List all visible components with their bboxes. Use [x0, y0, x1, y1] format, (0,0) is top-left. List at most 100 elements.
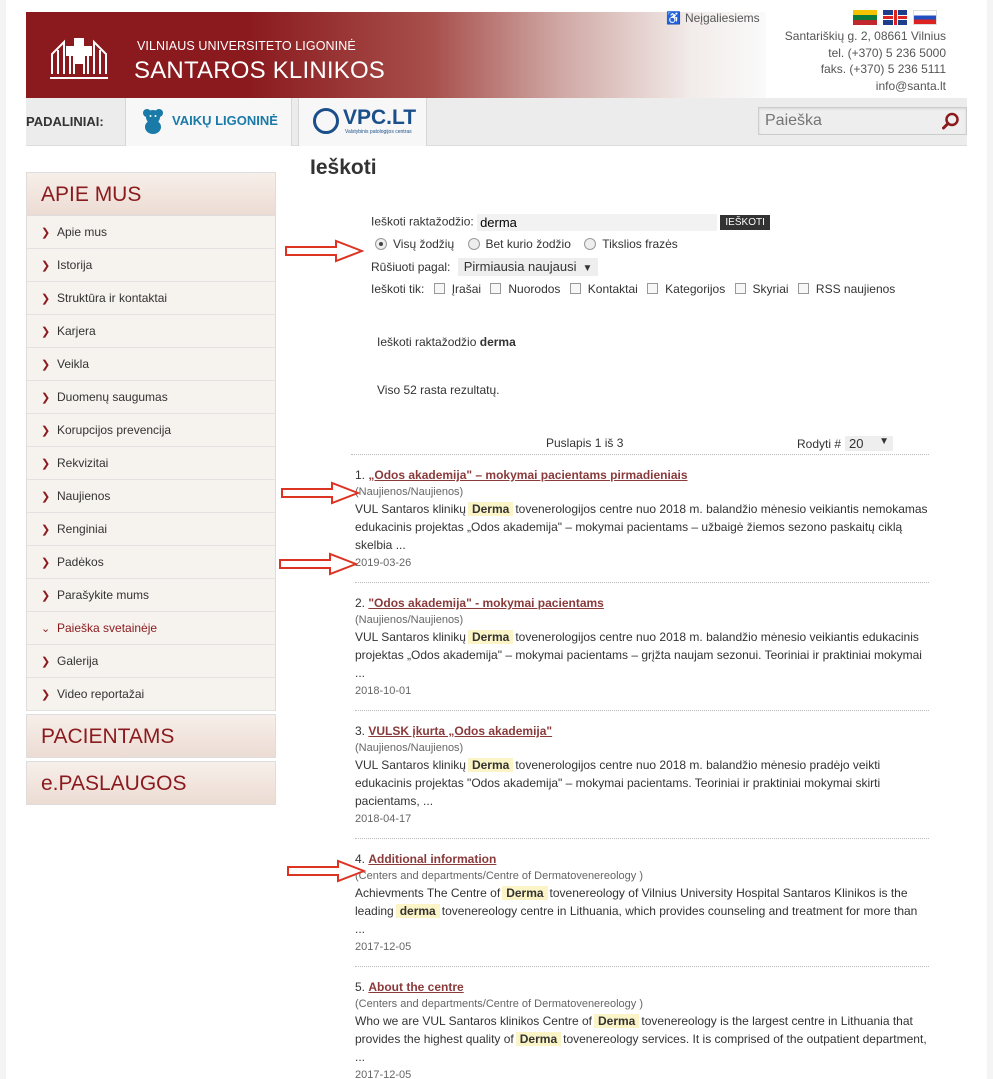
site-search-input[interactable]	[759, 108, 929, 134]
sort-row: Rūšiuoti pagal: Pirmiausia naujausi ▼	[371, 258, 599, 276]
result-item: 1. „Odos akademija" – mokymai pacientams…	[355, 466, 929, 583]
result-date: 2019-03-26	[355, 557, 412, 569]
radio-exact-phrase[interactable]	[584, 238, 597, 250]
checkbox-entries-label: Įrašai	[451, 282, 482, 296]
annotation-arrow-icon	[281, 481, 360, 505]
result-snippet: Achievments The Centre of Derma tovenereol…	[355, 884, 929, 938]
sidebar-item-site-search[interactable]: ⌄ Paieška svetainėje	[27, 612, 275, 645]
radio-all-words[interactable]	[375, 238, 387, 250]
vpc-sublabel: Valstybinis patologijos centras	[345, 129, 412, 135]
result-item: 5. About the centre (Centers and departm…	[355, 978, 929, 1079]
sidebar-item-label: Apie mus	[57, 225, 108, 239]
sidebar-item-details[interactable]: ❯ Rekvizitai	[27, 447, 275, 480]
hospital-name: SANTAROS KLINIKOS	[134, 57, 386, 84]
sidebar-item-about[interactable]: ❯ Apie mus	[27, 216, 275, 249]
annotation-arrow-icon	[287, 859, 366, 883]
sidebar-item-write-us[interactable]: ❯ Parašykite mums	[27, 579, 275, 612]
chevron-right-icon: ❯	[41, 358, 51, 371]
sidebar-item-news[interactable]: ❯ Naujienos	[27, 480, 275, 513]
keyword-input[interactable]	[477, 214, 718, 231]
dropdown-arrow-icon: ▼	[582, 263, 593, 274]
vpc-link[interactable]: VPC.LT Valstybinis patologijos centras	[298, 98, 427, 146]
sidebar-menu: ❯ Apie mus ❯ Istorija ❯ Struktūra ir kontak…	[26, 216, 276, 711]
keyword-row: Ieškoti raktažodžio: IEŠKOTI	[371, 214, 770, 231]
result-title-link[interactable]: "Odos akademija" - mokymai pacientams	[368, 596, 603, 610]
checkbox-links[interactable]	[490, 283, 502, 294]
sidebar-item-activity[interactable]: ❯ Veikla	[27, 348, 275, 381]
snippet-highlight: Derma	[467, 758, 514, 772]
checkbox-categories[interactable]	[647, 283, 659, 294]
accessibility-link[interactable]: ♿ Neįgaliesiems	[666, 11, 760, 25]
chevron-right-icon: ❯	[41, 556, 51, 569]
wheelchair-icon: ♿	[666, 11, 681, 25]
radio-any-word[interactable]	[467, 238, 480, 250]
result-title-link[interactable]: VULSK įkurta „Odos akademija"	[368, 724, 552, 738]
sidebar-item-label: Duomenų saugumas	[57, 390, 168, 404]
sidebar: APIE MUS ❯ Apie mus ❯ Istorija ❯ Struktūra …	[26, 172, 276, 805]
checkbox-entries[interactable]	[433, 283, 445, 294]
result-number: 2.	[355, 596, 366, 610]
sidebar-item-label: Veikla	[57, 357, 90, 371]
dropdown-arrow-icon: ▼	[879, 436, 890, 447]
header-banner[interactable]: VILNIAUS UNIVERSITETO LIGONINĖ SANTAROS …	[26, 12, 766, 98]
radio-all-label: Visų žodžių	[393, 237, 455, 251]
vpc-label: VPC.LT	[343, 106, 417, 129]
result-category: (Naujienos/Naujienos)	[355, 742, 464, 754]
result-date: 2018-04-17	[355, 813, 412, 825]
sidebar-item-history[interactable]: ❯ Istorija	[27, 249, 275, 282]
sidebar-item-corruption[interactable]: ❯ Korupcijos prevencija	[27, 414, 275, 447]
result-title-link[interactable]: Additional information	[368, 852, 496, 866]
sidebar-item-label: Naujienos	[57, 489, 111, 503]
page-size-label: Rodyti #	[797, 437, 842, 451]
sidebar-item-events[interactable]: ❯ Renginiai	[27, 513, 275, 546]
result-title-link[interactable]: „Odos akademija" – mokymai pacientams pi…	[368, 468, 687, 482]
language-flags	[853, 10, 943, 25]
sidebar-item-label: Parašykite mums	[57, 588, 150, 602]
page-title: Ieškoti	[310, 156, 377, 179]
result-snippet: VUL Santaros klinikų Derma tovenerologijos…	[355, 756, 929, 810]
sidebar-section-about[interactable]: APIE MUS	[26, 172, 276, 216]
sort-value: Pirmiausia naujausi	[463, 259, 577, 274]
site-search	[758, 107, 967, 135]
sidebar-item-video[interactable]: ❯ Video reportažai	[27, 678, 275, 711]
search-submit-button[interactable]: IEŠKOTI	[720, 215, 770, 230]
contact-email[interactable]: info@santa.lt	[785, 78, 946, 95]
page: VILNIAUS UNIVERSITETO LIGONINĖ SANTAROS …	[6, 0, 987, 1079]
search-summary: Ieškoti raktažodžio derma	[377, 335, 516, 349]
russian-flag-icon[interactable]	[913, 10, 937, 25]
snippet-highlight: Derma	[515, 1032, 562, 1046]
snippet-text: VUL Santaros klinikų	[355, 758, 466, 772]
sidebar-item-structure[interactable]: ❯ Struktūra ir kontaktai	[27, 282, 275, 315]
result-snippet: Who we are VUL Santaros klinikos Centre …	[355, 1012, 929, 1066]
result-title-link[interactable]: About the centre	[368, 980, 463, 994]
sidebar-section-patients[interactable]: PACIENTAMS	[26, 714, 276, 758]
summary-keyword: derma	[479, 335, 516, 349]
sidebar-item-thanks[interactable]: ❯ Padėkos	[27, 546, 275, 579]
lithuanian-flag-icon[interactable]	[853, 10, 877, 25]
checkbox-contacts[interactable]	[569, 283, 581, 294]
units-label: PADALINIAI:	[26, 114, 104, 129]
checkbox-sections[interactable]	[734, 283, 746, 294]
search-icon[interactable]	[942, 112, 960, 130]
sidebar-section-eservices[interactable]: e.PASLAUGOS	[26, 761, 276, 805]
page-size-select[interactable]: 20 ▼	[845, 436, 894, 451]
sidebar-item-career[interactable]: ❯ Karjera	[27, 315, 275, 348]
sidebar-item-label: Padėkos	[57, 555, 104, 569]
contact-address: Santariškių g. 2, 08661 Vilnius	[784, 29, 946, 43]
sidebar-item-data-security[interactable]: ❯ Duomenų saugumas	[27, 381, 275, 414]
checkbox-rss[interactable]	[797, 283, 809, 294]
result-date: 2017-12-05	[355, 1069, 412, 1079]
summary-prefix: Ieškoti raktažodžio	[377, 335, 477, 349]
sidebar-item-gallery[interactable]: ❯ Galerija	[27, 645, 275, 678]
sort-select[interactable]: Pirmiausia naujausi ▼	[457, 258, 599, 276]
result-item: 3. VULSK įkurta „Odos akademija" (Naujie…	[355, 722, 929, 839]
sidebar-item-label: Renginiai	[57, 522, 108, 536]
childrens-hospital-link[interactable]: VAIKŲ LIGONINĖ	[125, 98, 292, 146]
snippet-text: VUL Santaros klinikų	[355, 502, 466, 516]
accessibility-label: Neįgaliesiems	[684, 11, 760, 25]
sidebar-item-label: Karjera	[57, 324, 96, 338]
chevron-right-icon: ❯	[41, 391, 51, 404]
snippet-text: Who we are VUL Santaros klinikos Centre …	[355, 1014, 592, 1028]
sidebar-item-label: Paieška svetainėje	[57, 621, 158, 635]
english-flag-icon[interactable]	[883, 10, 907, 25]
